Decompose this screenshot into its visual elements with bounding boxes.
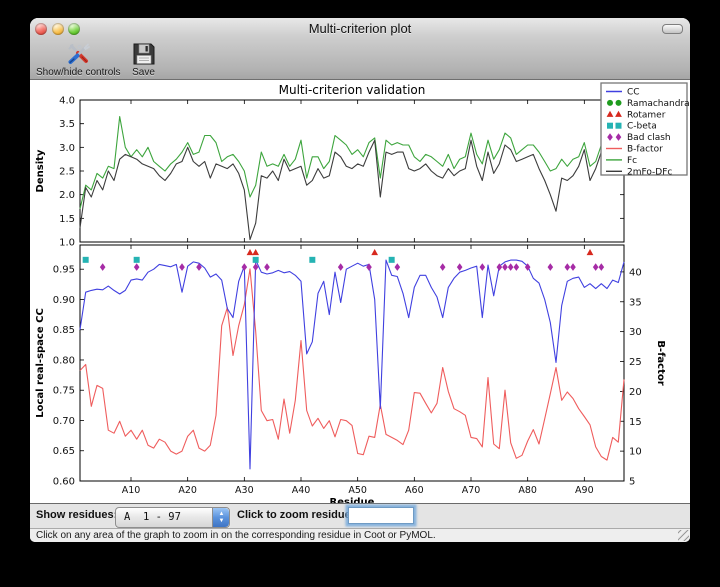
- status-text: Click on any area of the graph to zoom i…: [36, 530, 436, 541]
- density-tick-label: 1.0: [59, 238, 75, 249]
- plot-region: 1.01.52.02.53.03.54.0A10A20A30A40A50A60A…: [30, 80, 690, 503]
- bfactor-tick-label: 25: [629, 357, 642, 368]
- x-tick-label: A40: [292, 485, 311, 496]
- show-residues-selected-value: A 1 - 97: [124, 511, 181, 523]
- outlier-markers-rotamer: [247, 249, 594, 255]
- legend-label: Rotamer: [627, 110, 666, 120]
- titlebar[interactable]: Multi-criterion plot: [30, 18, 690, 40]
- bfactor-tick-label: 20: [629, 387, 642, 398]
- x-tick-label: A90: [575, 485, 594, 496]
- legend-label: B-factor: [627, 145, 663, 155]
- toolbar: Show/hide controls Save: [30, 40, 167, 80]
- density-tick-label: 3.0: [59, 143, 75, 154]
- legend-label: Ramachandran: [627, 99, 690, 109]
- bottom-subplot[interactable]: A10 A20 A30 A40 A50 A60 A70 A80 A90 0.60 0.65 0.70 0…: [53, 245, 642, 496]
- bfactor-tick-label: 40: [629, 267, 642, 278]
- legend-label: Fc: [627, 156, 637, 166]
- x-tick-label: A30: [235, 485, 254, 496]
- show-hide-controls-label: Show/hide controls: [36, 67, 121, 78]
- bfactor-tick-label: 15: [629, 417, 642, 428]
- cc-tick-label: 0.75: [53, 386, 75, 397]
- show-residues-label: Show residues:: [36, 509, 117, 521]
- legend-label: C-beta: [627, 122, 657, 132]
- cc-tick-label: 0.85: [53, 325, 75, 336]
- density-axis-label: Density: [35, 149, 46, 192]
- bfactor-tick-label: 35: [629, 297, 642, 308]
- x-tick-label: A20: [178, 485, 197, 496]
- top-subplot[interactable]: 1.0 1.5 2.0 2.5 3.0 3.5 4.0: [59, 96, 624, 249]
- save-label: Save: [132, 67, 155, 78]
- plot-legend: CCRamachandranRotamer C-betaBad clash B-fa…: [601, 83, 690, 177]
- series-fc: [80, 117, 624, 209]
- density-tick-label: 2.5: [59, 167, 75, 178]
- x-tick-label: A50: [348, 485, 367, 496]
- show-residues-select[interactable]: A 1 - 97 ▲▼: [115, 507, 230, 528]
- cc-axis-label: Local real-space CC: [35, 308, 46, 418]
- show-hide-controls-button[interactable]: Show/hide controls: [36, 40, 121, 78]
- save-button[interactable]: Save: [131, 40, 157, 78]
- window-title: Multi-criterion plot: [30, 21, 690, 36]
- x-tick-label: A70: [462, 485, 481, 496]
- save-icon: [131, 41, 157, 67]
- app-window: Multi-criterion plot Show/hide controls: [30, 18, 690, 542]
- cc-tick-label: 0.70: [53, 416, 75, 427]
- status-bar: Click on any area of the graph to zoom i…: [30, 528, 690, 542]
- cc-tick-label: 0.95: [53, 265, 75, 276]
- legend-label: 2mFo-DFc: [627, 167, 672, 177]
- x-tick-label: A80: [518, 485, 537, 496]
- legend-label: Bad clash: [627, 133, 671, 143]
- x-tick-label: A10: [122, 485, 141, 496]
- bfactor-tick-label: 10: [629, 447, 642, 458]
- cc-tick-label: 0.65: [53, 446, 75, 457]
- resize-grip-icon[interactable]: [678, 530, 689, 541]
- plot-title: Multi-criterion validation: [279, 83, 426, 97]
- x-tick-label: A60: [405, 485, 424, 496]
- tools-icon: [65, 41, 91, 67]
- bfactor-tick-label: 30: [629, 327, 642, 338]
- density-tick-label: 4.0: [59, 96, 75, 107]
- toolbar-toggle-button[interactable]: [662, 24, 683, 34]
- multi-criterion-plot-canvas[interactable]: 1.01.52.02.53.03.54.0A10A20A30A40A50A60A…: [30, 80, 690, 503]
- window-header: Multi-criterion plot Show/hide controls: [30, 18, 690, 80]
- series-2mfo-dfc: [80, 140, 624, 239]
- cc-tick-label: 0.80: [53, 355, 75, 366]
- select-stepper-icon: ▲▼: [212, 508, 229, 527]
- bfactor-axis-label: B-factor: [655, 340, 666, 385]
- outlier-markers-c-beta: [83, 257, 395, 263]
- density-tick-label: 2.0: [59, 190, 75, 201]
- zoom-residue-label: Click to zoom residue:: [237, 509, 354, 521]
- series-cc: [80, 260, 624, 469]
- bfactor-tick-label: 5: [629, 477, 635, 488]
- cc-tick-label: 0.90: [53, 295, 75, 306]
- density-tick-label: 1.5: [59, 214, 75, 225]
- cc-tick-label: 0.60: [53, 477, 75, 488]
- zoom-residue-input[interactable]: [348, 507, 414, 524]
- density-tick-label: 3.5: [59, 119, 75, 130]
- series-b-factor: [80, 269, 624, 460]
- legend-label: CC: [627, 88, 640, 98]
- controls-bar: Show residues: A 1 - 97 ▲▼ Click to zoom…: [30, 503, 690, 528]
